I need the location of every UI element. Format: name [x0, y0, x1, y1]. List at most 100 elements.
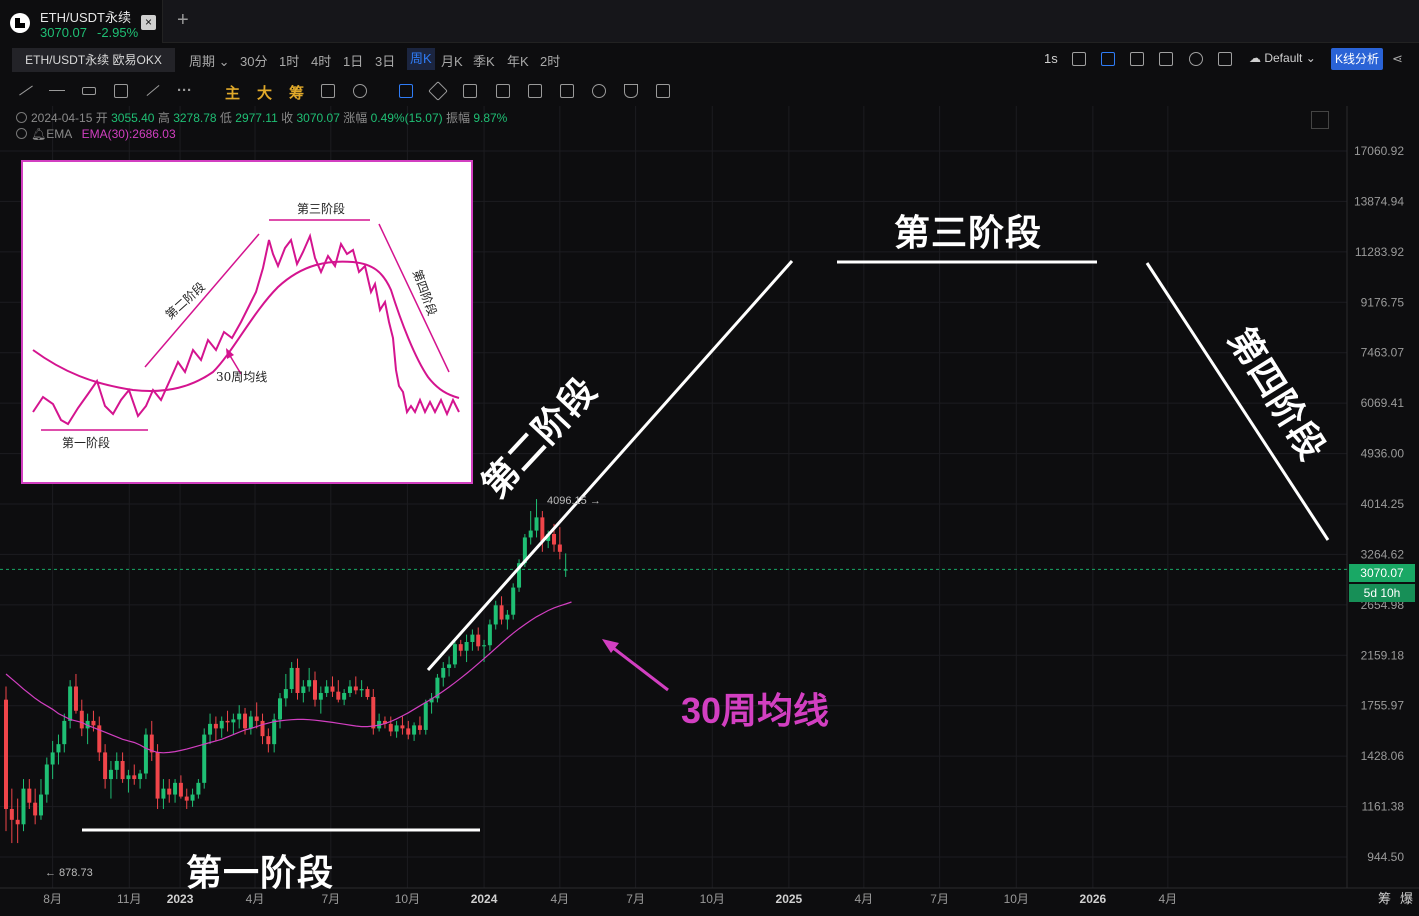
- period-dropdown[interactable]: 周期 ⌄: [189, 51, 230, 70]
- candle-body: [38, 794, 43, 816]
- candle-body: [196, 782, 201, 795]
- candle-body: [511, 587, 516, 615]
- candle-body: [132, 775, 137, 780]
- window-icon[interactable]: [1159, 52, 1173, 66]
- ruler-icon[interactable]: [428, 81, 448, 101]
- interval-8[interactable]: 年K: [507, 51, 529, 70]
- compare-icon[interactable]: [321, 84, 335, 98]
- rectangle-icon[interactable]: [114, 84, 128, 98]
- candle-body: [499, 605, 504, 620]
- interval-4[interactable]: 3日: [375, 51, 395, 70]
- axis-corner-label: 筹: [1378, 891, 1391, 906]
- share-icon[interactable]: ⋖: [1392, 51, 1403, 67]
- eraser-icon[interactable]: [353, 84, 367, 98]
- candle-body: [371, 696, 376, 729]
- candle-body: [406, 728, 411, 735]
- pen-icon[interactable]: [1101, 52, 1115, 66]
- magnet-icon[interactable]: [592, 84, 606, 98]
- top-toolbar: ETH/USDT永续 欧易OKX 周期 ⌄ 30分 1时 4时 1日 3日 周K 月K 季K 年…: [0, 44, 1419, 74]
- gear-icon[interactable]: [1189, 52, 1203, 66]
- candle-body: [91, 720, 96, 726]
- candle-body: [33, 802, 38, 816]
- fullscreen-icon[interactable]: [1218, 52, 1232, 66]
- interval-0[interactable]: 30分: [240, 51, 267, 70]
- theme-dropdown[interactable]: ☁ Default ⌄: [1249, 51, 1316, 65]
- candle-body: [4, 699, 8, 809]
- low-label: 低: [219, 111, 232, 125]
- ohlc-info: 2024-04-15 开 3055.40 高 3278.78 低 2977.11…: [16, 109, 507, 126]
- channel-icon[interactable]: [82, 87, 96, 95]
- open-value: 3055.40: [111, 111, 155, 125]
- stage-diagram-inset: 第三阶段 第二阶段 第四阶段 30周均线 第一阶段: [21, 160, 473, 484]
- amp-label: 振幅: [445, 111, 470, 125]
- candle-body: [161, 788, 166, 799]
- tab-close-icon[interactable]: ×: [141, 15, 156, 30]
- candle-body: [44, 764, 49, 795]
- open-label: 开: [95, 111, 108, 125]
- symbol-selector[interactable]: ETH/USDT永续 欧易OKX: [12, 48, 175, 72]
- x-tick-label: 4月: [551, 892, 570, 906]
- interval-1[interactable]: 1时: [279, 51, 299, 70]
- toggle-circle-icon[interactable]: [16, 112, 27, 123]
- trendline-icon[interactable]: [19, 85, 33, 96]
- brush-icon[interactable]: [463, 84, 477, 98]
- candle-body: [447, 664, 452, 668]
- y-tick-label: 1755.97: [1361, 699, 1405, 713]
- ray-icon[interactable]: [146, 84, 160, 97]
- ema-name: EMA: [46, 127, 72, 141]
- candle-body: [452, 644, 457, 665]
- candle-body: [441, 667, 446, 678]
- chart-area[interactable]: 17060.92 13874.94 11283.92 9176.75 7463.07 60…: [0, 106, 1419, 916]
- interval-3[interactable]: 1日: [343, 51, 363, 70]
- candle-body: [324, 686, 329, 693]
- indicator-main[interactable]: 主: [225, 82, 240, 103]
- candle-body: [73, 686, 78, 711]
- candle-tool-icon[interactable]: [496, 84, 510, 98]
- note-icon[interactable]: [560, 84, 574, 98]
- indicator-chips[interactable]: 筹: [289, 82, 304, 103]
- interval-6[interactable]: 月K: [441, 51, 463, 70]
- interval-2[interactable]: 4时: [311, 51, 331, 70]
- inset-stage2-line: [144, 233, 260, 368]
- stage3-label: 第三阶段: [894, 212, 1043, 253]
- y-tick-label: 17060.92: [1354, 144, 1404, 158]
- candle-body: [493, 605, 498, 625]
- chevron-down-icon: ⌄: [1302, 51, 1316, 65]
- filter-icon[interactable]: [624, 84, 638, 98]
- layout-icon[interactable]: [1130, 52, 1144, 66]
- candle-body: [482, 645, 487, 647]
- bell-icon[interactable]: 🔔︎: [31, 127, 46, 141]
- interval-9[interactable]: 2时: [540, 51, 560, 70]
- candle-body: [400, 725, 405, 729]
- axis-corner-label: 爆: [1400, 891, 1413, 906]
- tab-bar: ETH/USDT永续 3070.07 -2.95% × +: [0, 0, 1419, 43]
- high-label: 高: [157, 111, 170, 125]
- interval-7[interactable]: 季K: [473, 51, 495, 70]
- inset-ma30-label: 30周均线: [216, 370, 268, 384]
- tab-eth-usdt[interactable]: ETH/USDT永续 3070.07 -2.95% ×: [0, 0, 163, 43]
- indicator-big[interactable]: 大: [257, 82, 272, 103]
- y-tick-label: 2159.18: [1361, 648, 1405, 662]
- select-icon[interactable]: [399, 84, 413, 98]
- candle-body: [173, 782, 178, 795]
- candle-body: [330, 686, 335, 692]
- candle-body: [295, 667, 300, 693]
- tab-change: -2.95%: [97, 25, 139, 40]
- kline-analysis-button[interactable]: K线分析: [1331, 48, 1383, 70]
- x-tick-label: 8月: [43, 892, 62, 906]
- horizontal-line-icon[interactable]: [49, 90, 65, 91]
- candle-body: [9, 808, 14, 820]
- trash-icon[interactable]: [656, 84, 670, 98]
- collapse-icon[interactable]: [1311, 111, 1329, 129]
- candle-body: [458, 644, 463, 651]
- tab-title: ETH/USDT永续: [40, 10, 132, 25]
- add-tab-icon[interactable]: +: [177, 9, 189, 32]
- camera-icon[interactable]: [1072, 52, 1086, 66]
- candle-body: [353, 686, 358, 691]
- refresh-rate[interactable]: 1s: [1044, 51, 1058, 66]
- more-tools-icon[interactable]: ···: [177, 82, 192, 99]
- toggle-circle-icon[interactable]: [16, 128, 27, 139]
- chevron-down-icon: ⌄: [215, 54, 230, 69]
- interval-5[interactable]: 周K: [407, 48, 435, 70]
- lock-icon[interactable]: [528, 84, 542, 98]
